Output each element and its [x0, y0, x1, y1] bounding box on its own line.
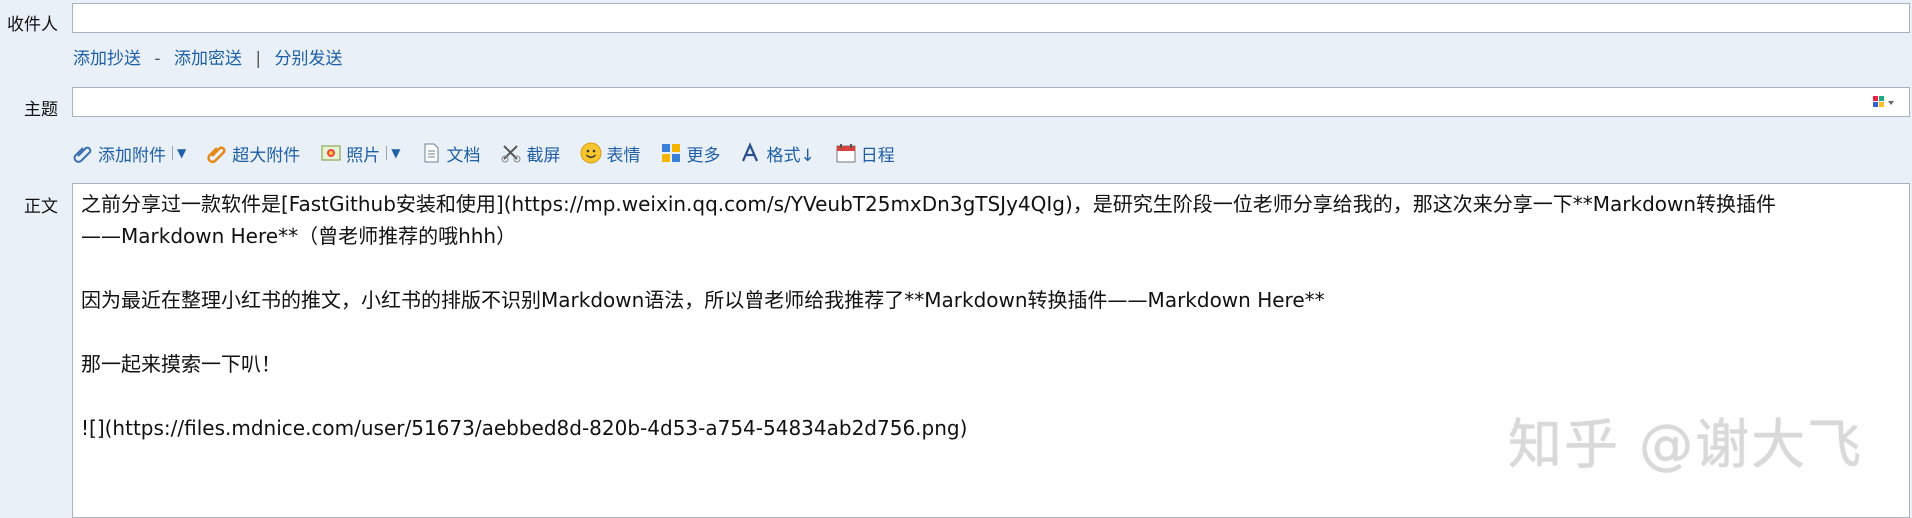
paperclip-icon [73, 146, 92, 163]
zhihu-watermark: 知乎 @谢大飞 [1508, 413, 1864, 476]
attach-button[interactable]: 添加附件 ▼ [72, 141, 186, 166]
doc-button[interactable]: 文档 [420, 141, 480, 166]
body-line-1: 之前分享过一款软件是[FastGithub安装和使用](https://mp.w… [81, 192, 1777, 216]
body-label: 正文 [24, 197, 58, 217]
photo-icon [321, 145, 341, 161]
doc-label: 文档 [446, 145, 481, 166]
recipients-label: 收件人 [7, 15, 58, 35]
emoji-label: 表情 [606, 145, 641, 166]
more-button[interactable]: 更多 [660, 141, 720, 166]
large-attach-button[interactable]: 超大附件 [206, 141, 300, 166]
grid-icon [662, 144, 681, 162]
font-format-icon [742, 142, 759, 162]
recipients-input[interactable] [72, 3, 1910, 33]
photo-dropdown-icon[interactable]: ▼ [386, 146, 400, 160]
color-grid-icon[interactable] [1873, 96, 1897, 110]
calendar-label: 日程 [860, 145, 895, 166]
send-separately-link[interactable]: 分别发送 [275, 49, 343, 69]
smiley-icon [580, 142, 602, 164]
attach-label: 添加附件 [98, 145, 166, 166]
more-label: 更多 [686, 145, 721, 166]
compose-toolbar: 添加附件 ▼ 超大附件 照片 ▼ 文档 截屏 表情 更多 格式↓ 日程 [72, 138, 915, 168]
scissors-icon [501, 145, 521, 163]
document-icon [424, 143, 439, 163]
add-bcc-link[interactable]: 添加密送 [174, 49, 242, 69]
calendar-button[interactable]: 日程 [835, 141, 895, 166]
body-line-2: ——Markdown Here**（曾老师推荐的哦hhh） [81, 224, 517, 248]
attach-dropdown-icon[interactable]: ▼ [172, 146, 186, 160]
subject-input[interactable] [72, 87, 1910, 117]
screenshot-label: 截屏 [526, 145, 561, 166]
photo-label: 照片 [346, 145, 381, 166]
subject-label: 主题 [24, 100, 58, 120]
body-line-3: 因为最近在整理小红书的推文，小红书的排版不识别Markdown语法，所以曾老师给… [81, 288, 1325, 312]
large-attach-label: 超大附件 [232, 145, 301, 166]
emoji-button[interactable]: 表情 [580, 141, 640, 166]
calendar-icon [836, 144, 856, 163]
body-line-4: 那一起来摸索一下叭！ [81, 352, 281, 376]
photo-button[interactable]: 照片 ▼ [320, 141, 400, 166]
link-separator-dash: - [154, 49, 161, 69]
large-paperclip-icon [207, 146, 226, 164]
screenshot-button[interactable]: 截屏 [500, 141, 560, 166]
link-separator-pipe: | [255, 49, 262, 69]
add-cc-link[interactable]: 添加抄送 [73, 49, 141, 69]
format-button[interactable]: 格式↓ [740, 141, 815, 166]
recipient-options: 添加抄送 - 添加密送 | 分别发送 [73, 44, 343, 69]
format-label: 格式↓ [766, 145, 815, 166]
